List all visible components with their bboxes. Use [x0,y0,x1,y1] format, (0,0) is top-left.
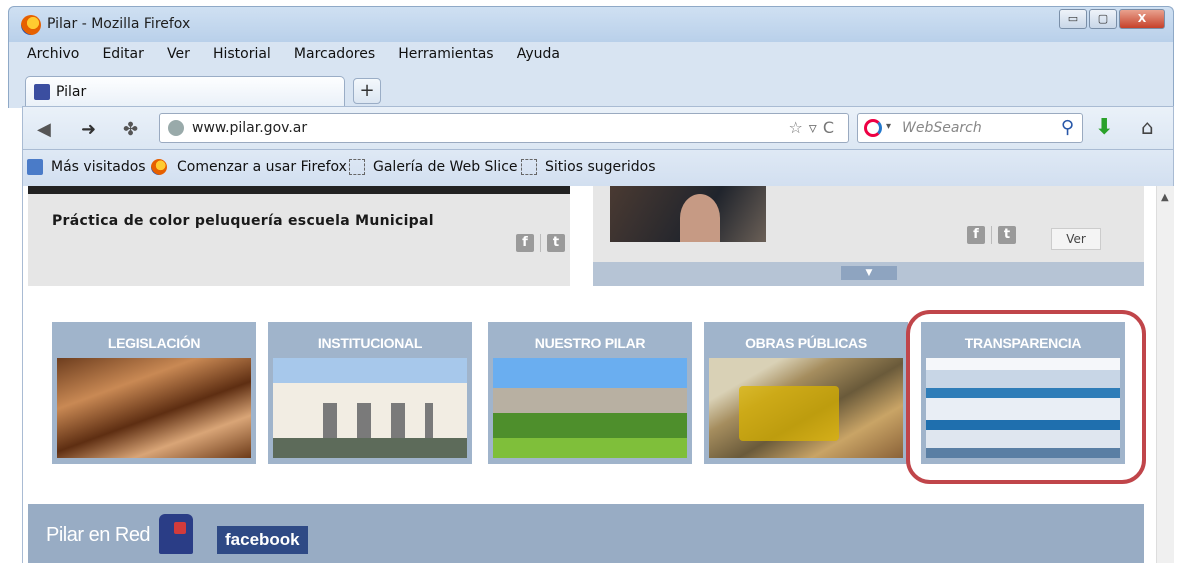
news-card-right: f t Ver ▼ [593,186,1144,286]
firefox-icon [151,159,167,175]
search-engine-icon[interactable] [864,119,882,137]
navigation-toolbar: ◀ ➜ ✤ www.pilar.gov.ar ☆▿C ▾ WebSearch ⚲… [22,106,1174,150]
news-photo[interactable] [610,186,766,242]
addon-icon[interactable]: ✤ [123,119,138,140]
bookmark-comenzar-firefox[interactable]: Comenzar a usar Firefox [177,159,347,175]
news-card-left: Práctica de color peluquería escuela Mun… [28,186,570,286]
download-icon[interactable]: ⬇ [1095,115,1113,140]
window-controls: ▭ ▢ X [1059,9,1165,29]
dropdown-arrow-icon[interactable]: ▿ [809,118,823,137]
web-slice-icon [521,159,537,175]
divider [540,234,541,252]
scroll-up-icon[interactable]: ▲ [1161,192,1169,203]
bookmark-galeria-web-slice[interactable]: Galería de Web Slice [373,159,518,175]
twitter-icon[interactable]: t [998,226,1016,244]
facebook-icon[interactable]: f [516,234,534,252]
building-image [273,358,467,458]
search-icon[interactable]: ⚲ [1061,117,1074,138]
new-tab-button[interactable]: + [353,78,381,104]
pilar-en-red-bar: Pilar en Red facebook [28,504,1144,563]
url-text[interactable]: www.pilar.gov.ar [192,120,307,136]
web-slice-icon [349,159,365,175]
url-actions: ☆▿C [788,118,840,137]
menu-editar[interactable]: Editar [102,46,143,62]
menu-ver[interactable]: Ver [167,46,190,62]
page-viewport: Práctica de color peluquería escuela Mun… [22,186,1174,563]
tile-nuestro-pilar[interactable]: NUESTRO PILAR [488,322,692,464]
tab-strip: Pilar + [8,68,1174,108]
tile-label: INSTITUCIONAL [317,335,423,351]
pilar-en-red-title: Pilar en Red [46,524,151,546]
forward-arrow-icon[interactable]: ➜ [81,119,96,140]
window-titlebar: Pilar - Mozilla Firefox ▭ ▢ X [8,6,1174,42]
tile-institucional[interactable]: INSTITUCIONAL [268,322,472,464]
tile-legislacion[interactable]: LEGISLACIÓN [52,322,256,464]
reload-icon[interactable]: C [823,118,840,137]
pilar-crest-icon[interactable] [159,514,193,554]
menu-bar: Archivo Editar Ver Historial Marcadores … [8,42,1174,68]
menu-herramientas[interactable]: Herramientas [398,46,493,62]
site-favicon-icon [34,84,50,100]
firefox-logo-icon [21,15,41,35]
slider-down-icon[interactable]: ▼ [841,266,897,280]
most-visited-icon [27,159,43,175]
globe-icon [168,120,184,136]
chevron-down-icon[interactable]: ▾ [886,121,891,132]
facebook-icon[interactable]: f [967,226,985,244]
menu-archivo[interactable]: Archivo [27,46,79,62]
gavel-image [57,358,251,458]
tab-pilar[interactable]: Pilar [25,76,345,108]
bookmark-mas-visitados[interactable]: Más visitados [51,159,146,175]
share-buttons: f t [516,234,565,252]
back-arrow-icon[interactable]: ◀ [37,119,51,140]
share-buttons: f t [967,226,1016,244]
search-box[interactable]: ▾ WebSearch ⚲ [857,113,1083,143]
transparencia-highlight-circle [906,310,1146,484]
menu-marcadores[interactable]: Marcadores [294,46,375,62]
facebook-button[interactable]: facebook [217,526,308,554]
tile-label: LEGISLACIÓN [107,335,201,351]
tile-label: NUESTRO PILAR [534,335,646,351]
close-button[interactable]: X [1119,9,1165,29]
news-image-bottom [28,186,570,194]
maximize-button[interactable]: ▢ [1089,9,1117,29]
window-title: Pilar - Mozilla Firefox [47,16,191,32]
url-bar[interactable]: www.pilar.gov.ar ☆▿C [159,113,849,143]
search-input[interactable]: WebSearch [902,120,982,136]
roadwork-image [709,358,903,458]
bookmark-star-icon[interactable]: ☆ [788,118,808,137]
minimize-button[interactable]: ▭ [1059,9,1087,29]
menu-historial[interactable]: Historial [213,46,271,62]
church-image [493,358,687,458]
news-headline[interactable]: Práctica de color peluquería escuela Mun… [52,213,434,229]
tab-label: Pilar [56,84,87,100]
home-icon[interactable]: ⌂ [1141,115,1154,139]
bookmark-sitios-sugeridos[interactable]: Sitios sugeridos [545,159,656,175]
slider-bar: ▼ [593,262,1144,286]
vertical-scrollbar[interactable]: ▲ [1156,186,1174,563]
bookmarks-toolbar: Más visitados Comenzar a usar Firefox Ga… [22,150,1174,186]
menu-ayuda[interactable]: Ayuda [517,46,560,62]
tile-obras-publicas[interactable]: OBRAS PÚBLICAS [704,322,908,464]
twitter-icon[interactable]: t [547,234,565,252]
divider [991,226,992,244]
tile-label: OBRAS PÚBLICAS [745,335,867,351]
ver-button[interactable]: Ver [1051,228,1101,250]
